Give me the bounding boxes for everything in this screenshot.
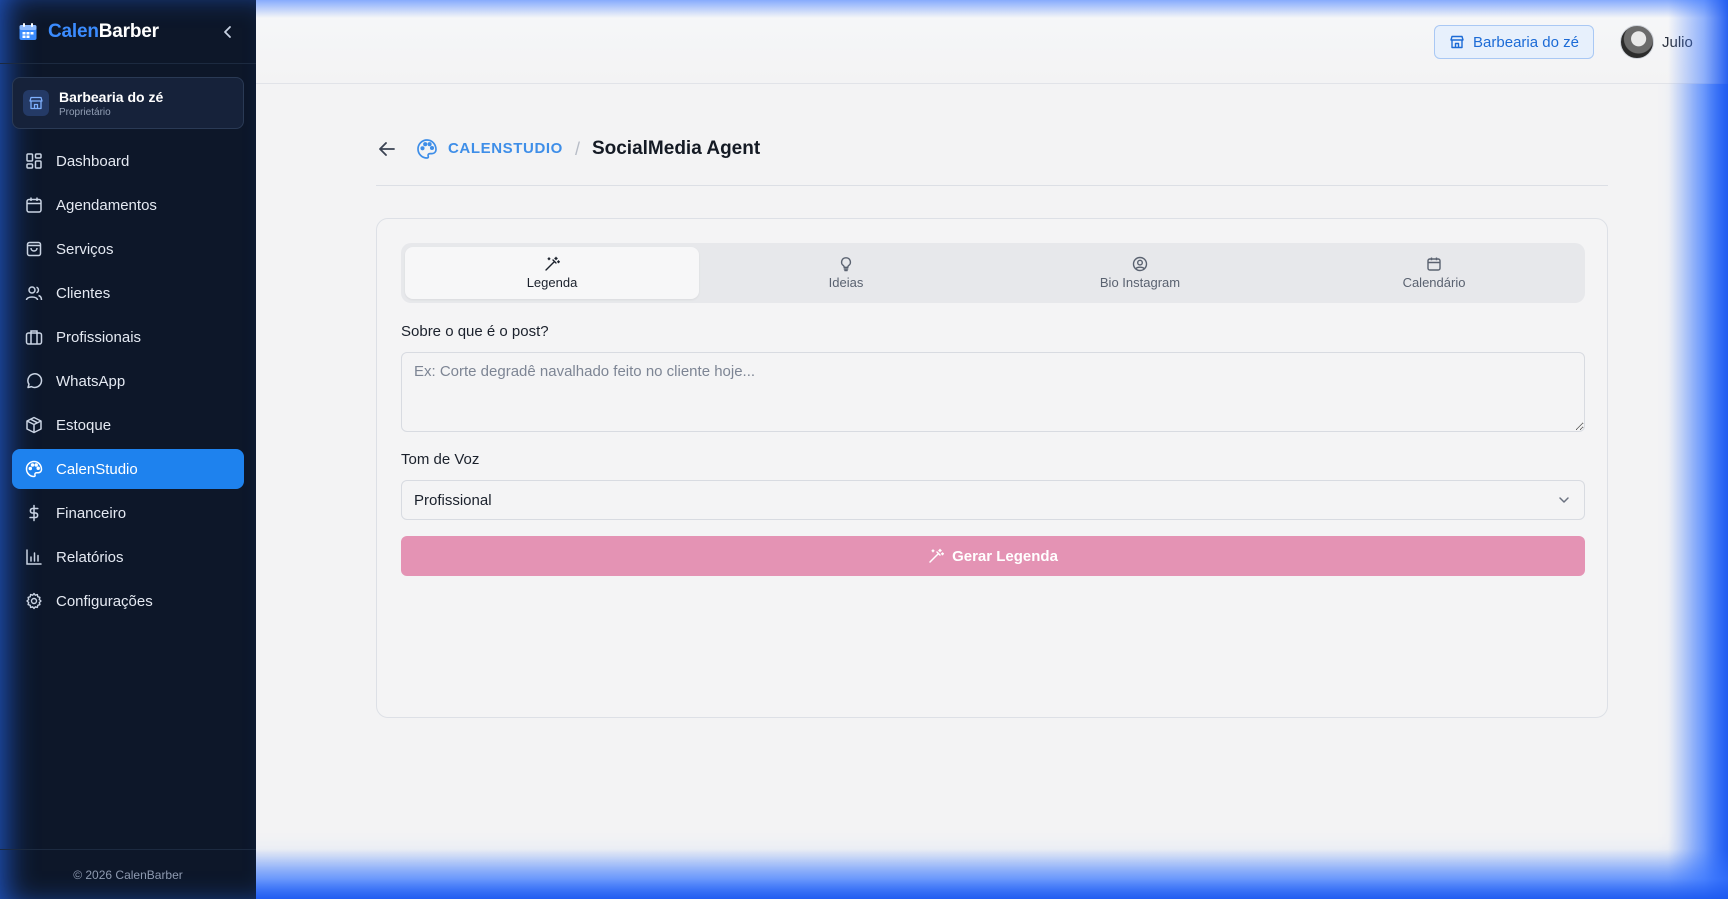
sidebar-item-agendamentos[interactable]: Agendamentos (12, 185, 244, 225)
sidebar-item-label: Estoque (56, 416, 112, 434)
post-topic-textarea[interactable] (401, 352, 1585, 432)
sidebar-item-financeiro[interactable]: Financeiro (12, 493, 244, 533)
gear-icon (24, 591, 44, 611)
store-icon (23, 90, 49, 116)
brand-row: CalenBarber (0, 0, 256, 64)
palette-icon (24, 459, 44, 479)
sidebar-item-label: WhatsApp (56, 372, 126, 390)
tone-select[interactable]: Profissional (401, 480, 1585, 520)
magic-wand-icon (545, 256, 560, 271)
tone-label: Tom de Voz (401, 451, 480, 468)
brand-logo-text: CalenBarber (48, 21, 159, 43)
shop-name: Barbearia do zé (59, 88, 164, 105)
tab-calendario[interactable]: Calendário (1287, 247, 1581, 299)
sidebar-item-dashboard[interactable]: Dashboard (12, 141, 244, 181)
sidebar-item-label: Dashboard (56, 152, 130, 170)
chevron-down-icon (1559, 497, 1569, 503)
sidebar-item-label: Financeiro (56, 504, 127, 522)
sidebar-item-label: CalenStudio (56, 460, 138, 478)
copyright-text: © 2026 CalenBarber (73, 867, 183, 882)
dollar-icon (24, 503, 44, 523)
dashboard-icon (24, 151, 44, 171)
user-menu[interactable]: Julio (1620, 24, 1693, 60)
chevron-left-icon (224, 25, 231, 38)
bar-chart-icon (24, 547, 44, 567)
breadcrumb-root-link[interactable]: CALENSTUDIO (448, 138, 563, 160)
chat-bubble-icon (24, 371, 44, 391)
user-name: Julio (1662, 33, 1693, 51)
tab-label: Ideias (828, 275, 864, 290)
sidebar-item-servicos[interactable]: Serviços (12, 229, 244, 269)
shop-role: Proprietário (59, 106, 111, 118)
back-button[interactable] (376, 138, 398, 160)
tab-ideias[interactable]: Ideias (699, 247, 993, 299)
page-title: SocialMedia Agent (591, 138, 761, 159)
sidebar-item-label: Agendamentos (56, 196, 157, 214)
sidebar-item-label: Profissionais (56, 328, 142, 346)
tone-selected-value: Profissional (414, 491, 492, 509)
topbar: Barbearia do zé Julio (256, 0, 1728, 84)
calendar-logo-icon (19, 22, 37, 40)
shop-selector-card[interactable]: Barbearia do zé Proprietário (12, 77, 244, 129)
generate-caption-button[interactable]: Gerar Legenda (401, 536, 1585, 576)
generate-button-label: Gerar Legenda (952, 547, 1058, 565)
brand-part-1: Calen (48, 20, 99, 42)
sidebar-item-label: Clientes (56, 284, 111, 302)
shopping-bag-icon (24, 239, 44, 259)
magic-wand-icon (929, 548, 945, 563)
sidebar-item-estoque[interactable]: Estoque (12, 405, 244, 445)
tab-bar: Legenda Ideias Bio Instagram Calendário (401, 243, 1585, 303)
palette-icon (417, 139, 437, 159)
sidebar-item-calenstudio[interactable]: CalenStudio (12, 449, 244, 489)
users-icon (24, 283, 44, 303)
user-circle-icon (1132, 256, 1148, 272)
store-icon (1450, 35, 1464, 49)
collapse-sidebar-button[interactable] (218, 22, 238, 42)
tab-label: Calendário (1402, 275, 1466, 290)
tab-label: Legenda (526, 275, 578, 290)
sidebar-item-relatorios[interactable]: Relatórios (12, 537, 244, 577)
package-icon (24, 415, 44, 435)
sidebar-item-profissionais[interactable]: Profissionais (12, 317, 244, 357)
sidebar-footer: © 2026 CalenBarber (0, 849, 256, 899)
page-header: CALENSTUDIO / SocialMedia Agent (376, 130, 1608, 186)
breadcrumb-separator: / (574, 139, 580, 159)
post-topic-label: Sobre o que é o post? (401, 323, 549, 340)
sidebar-item-label: Serviços (56, 240, 114, 258)
arrow-left-icon (379, 142, 395, 156)
briefcase-icon (24, 327, 44, 347)
sidebar-nav: Dashboard Agendamentos Serviços Clientes… (0, 141, 256, 621)
tab-bio-instagram[interactable]: Bio Instagram (993, 247, 1287, 299)
shop-chip-label: Barbearia do zé (1473, 33, 1579, 51)
calendar-icon (1427, 257, 1441, 271)
tab-label: Bio Instagram (1099, 275, 1181, 290)
brand-part-2: Barber (98, 20, 159, 42)
avatar (1620, 25, 1654, 59)
sidebar-item-label: Configurações (56, 592, 153, 610)
sidebar-item-whatsapp[interactable]: WhatsApp (12, 361, 244, 401)
agent-card: Legenda Ideias Bio Instagram Calendário … (376, 218, 1608, 718)
lightbulb-icon (840, 257, 852, 272)
sidebar: CalenBarber Barbearia do zé Proprietário… (0, 0, 256, 899)
tab-legenda[interactable]: Legenda (405, 247, 699, 299)
calendar-icon (24, 195, 44, 215)
shop-chip-button[interactable]: Barbearia do zé (1434, 25, 1594, 59)
sidebar-item-configuracoes[interactable]: Configurações (12, 581, 244, 621)
sidebar-item-label: Relatórios (56, 548, 124, 566)
sidebar-item-clientes[interactable]: Clientes (12, 273, 244, 313)
